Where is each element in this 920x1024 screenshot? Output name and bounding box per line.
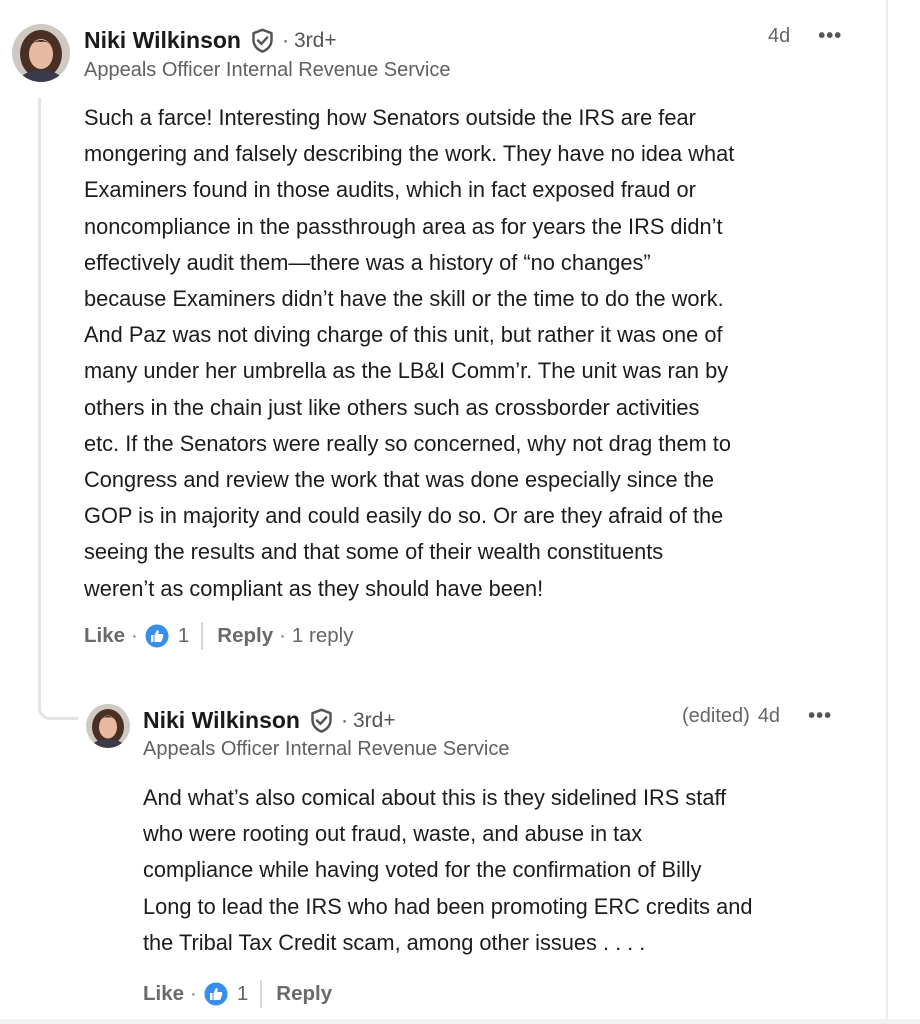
separator-dot: · (131, 624, 138, 647)
like-count: 1 (177, 624, 190, 647)
author-name[interactable]: Niki Wilkinson (84, 27, 241, 54)
more-options-icon[interactable]: ••• (808, 705, 832, 728)
reply-actions: Like · 1 Reply (143, 980, 332, 1008)
comment-actions: Like · 1 Reply · 1 reply (84, 622, 353, 650)
thread-connector-line (38, 98, 78, 720)
reply-meta: (edited) 4d ••• (682, 705, 832, 728)
separator-dot: · (190, 982, 197, 1005)
reply-text: And what’s also comical about this is th… (143, 785, 753, 955)
edited-label: (edited) (682, 705, 750, 727)
scroll-edge (886, 0, 888, 1024)
like-button[interactable]: Like (143, 982, 184, 1006)
comments-panel: Niki Wilkinson · 3rd+ Appeals Officer Int… (0, 0, 920, 1024)
shield-check-icon (249, 27, 276, 54)
reply-author-name[interactable]: Niki Wilkinson (143, 707, 300, 734)
timestamp: 4d (768, 25, 791, 47)
avatar[interactable] (12, 24, 70, 82)
action-divider (201, 622, 204, 650)
bottom-divider (0, 1019, 920, 1024)
thumbs-up-reaction-icon[interactable] (144, 623, 170, 649)
reply-author-row: Niki Wilkinson · 3rd+ (143, 707, 396, 734)
timestamp: 4d (757, 705, 781, 727)
thumbs-up-reaction-icon[interactable] (203, 981, 229, 1007)
author-headline: Appeals Officer Internal Revenue Service (84, 59, 451, 81)
connection-degree: · 3rd+ (281, 28, 337, 52)
reply-author-headline: Appeals Officer Internal Revenue Service (143, 738, 510, 760)
reply-count-link[interactable]: 1 reply (292, 624, 354, 648)
comment-author-row: Niki Wilkinson · 3rd+ (84, 27, 337, 54)
action-divider (260, 980, 263, 1008)
comment-text: Such a farce! Interesting how Senators o… (84, 105, 735, 601)
reply-button[interactable]: Reply (217, 624, 273, 648)
reply-avatar[interactable] (86, 704, 130, 748)
reply-button[interactable]: Reply (276, 982, 332, 1006)
like-button[interactable]: Like (84, 624, 125, 648)
more-options-icon[interactable]: ••• (818, 25, 842, 48)
shield-check-icon (308, 707, 335, 734)
connection-degree-text: 3rd+ (352, 708, 396, 732)
separator-dot: · (279, 624, 286, 647)
like-count: 1 (236, 982, 249, 1005)
connection-degree: · 3rd+ (340, 708, 396, 732)
comment-meta: 4d ••• (768, 25, 842, 48)
connection-degree-text: 3rd+ (293, 28, 337, 52)
